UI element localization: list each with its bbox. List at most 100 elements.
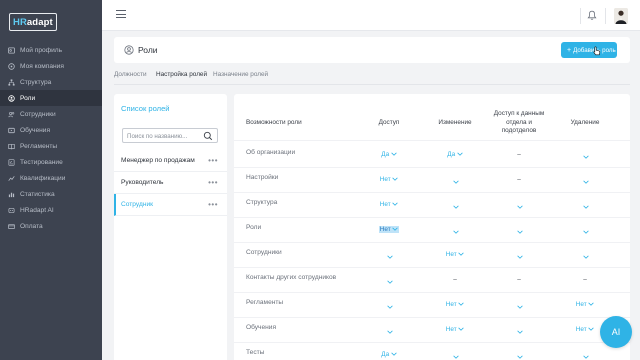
permission-dropdown-empty[interactable]	[570, 202, 600, 212]
permission-dropdown-empty[interactable]	[570, 177, 600, 187]
chevron-down-icon	[455, 151, 463, 158]
permission-dropdown-empty[interactable]	[504, 227, 534, 237]
tab-role-assignment[interactable]: Назначение ролей	[213, 70, 268, 85]
ai-assistant-button[interactable]: AI	[600, 316, 632, 348]
chevron-down-icon	[515, 354, 523, 360]
sidebar-item-company[interactable]: Моя компания	[0, 58, 102, 74]
chevron-down-icon	[451, 354, 459, 360]
divider	[605, 8, 606, 24]
chevron-down-icon	[385, 329, 393, 336]
menu-icon[interactable]	[116, 10, 126, 19]
permission-dropdown-empty[interactable]	[570, 252, 600, 262]
permission-dropdown[interactable]: Да	[374, 349, 404, 359]
permission-value: Нет	[446, 326, 464, 333]
permission-dropdown-empty[interactable]	[504, 202, 534, 212]
roles-icon	[124, 45, 134, 55]
chevron-down-icon	[451, 179, 459, 186]
sidebar-item-label: HRadapt AI	[20, 206, 54, 214]
sidebar-item-label: Сотрудники	[20, 110, 56, 118]
na-value: –	[517, 150, 521, 158]
sidebar-item-roles[interactable]: Роли	[0, 90, 102, 106]
top-bar	[102, 0, 640, 31]
sidebar-item-payment[interactable]: Оплата	[0, 218, 102, 234]
permission-dropdown[interactable]: Нет	[440, 249, 470, 259]
tab-role-settings[interactable]: Настройка ролей	[156, 70, 208, 85]
add-role-button[interactable]: + Добавить роль	[561, 42, 617, 58]
column-header-edit: Изменение	[438, 119, 472, 126]
permission-dropdown[interactable]: Да	[374, 149, 404, 159]
sidebar-item-statistics[interactable]: Статистика	[0, 186, 102, 202]
na-value: –	[583, 275, 587, 283]
permission-dropdown-empty[interactable]	[440, 352, 470, 360]
permission-dropdown-empty[interactable]	[570, 227, 600, 237]
permission-dropdown-empty[interactable]	[504, 352, 534, 360]
avatar[interactable]	[614, 8, 628, 24]
ai-icon	[8, 207, 15, 214]
tab-positions[interactable]: Должности	[114, 70, 147, 85]
permission-value: Нет	[576, 326, 594, 333]
permission-cell-na: –	[504, 274, 534, 284]
permission-dropdown-empty[interactable]	[374, 252, 404, 262]
role-item[interactable]: Менеджер по продажам •••	[114, 150, 227, 172]
permission-value-text: Нет	[445, 300, 457, 308]
divider	[234, 292, 630, 293]
sidebar-item-structure[interactable]: Структура	[0, 74, 102, 90]
permission-dropdown-empty[interactable]	[440, 202, 470, 212]
permission-dropdown-empty[interactable]	[570, 152, 600, 162]
more-icon[interactable]: •••	[208, 156, 218, 165]
permission-dropdown[interactable]: Нет	[374, 199, 404, 209]
permission-dropdown[interactable]: Да	[440, 149, 470, 159]
regulations-icon	[8, 143, 15, 150]
sidebar-item-profile[interactable]: Мой профиль	[0, 42, 102, 58]
plus-icon: +	[567, 46, 572, 54]
permission-dropdown-empty[interactable]	[374, 277, 404, 287]
profile-icon	[8, 46, 15, 54]
search-icon[interactable]	[203, 131, 213, 141]
permission-dropdown[interactable]: Нет	[440, 299, 470, 309]
bell-icon[interactable]	[587, 10, 597, 21]
logo[interactable]: HRadapt	[9, 13, 57, 31]
permission-dropdown-empty[interactable]	[504, 302, 534, 312]
sidebar-item-qualifications[interactable]: Квалификации	[0, 170, 102, 186]
permission-dropdown-empty[interactable]	[504, 327, 534, 337]
permission-row-label: Настройки	[246, 174, 279, 181]
permission-row-label: Сотрудники	[246, 249, 282, 256]
permission-value: Да	[381, 351, 397, 358]
permission-cell-na: –	[504, 149, 534, 159]
more-icon[interactable]: •••	[208, 178, 218, 187]
search-input[interactable]	[127, 131, 203, 141]
permission-dropdown[interactable]: Нет	[570, 299, 600, 309]
sidebar-item-regulations[interactable]: Регламенты	[0, 138, 102, 154]
chevron-down-icon	[587, 326, 595, 333]
permission-value: Нет	[576, 301, 594, 308]
role-item-selected[interactable]: Сотрудник •••	[114, 194, 227, 216]
permission-dropdown-empty[interactable]	[374, 327, 404, 337]
permission-dropdown[interactable]: Нет	[570, 324, 600, 334]
permission-cell-na: –	[440, 274, 470, 284]
chevron-down-icon	[391, 201, 399, 208]
permission-dropdown[interactable]: Нет	[374, 174, 404, 184]
permission-value-text: Нет	[445, 325, 457, 333]
header-line: Доступ к данным	[493, 110, 545, 117]
more-icon[interactable]: •••	[208, 200, 218, 209]
training-icon	[8, 127, 15, 134]
payment-icon	[8, 223, 15, 230]
sidebar-item-employees[interactable]: Сотрудники	[0, 106, 102, 122]
permissions-table: Возможности роли Доступ Изменение Доступ…	[234, 94, 630, 360]
permission-dropdown-empty[interactable]	[440, 227, 470, 237]
permission-dropdown-empty[interactable]	[570, 352, 600, 360]
permission-dropdown-empty[interactable]	[374, 302, 404, 312]
sidebar-item-ai[interactable]: HRadapt AI	[0, 202, 102, 218]
sidebar-item-testing[interactable]: Тестирование	[0, 154, 102, 170]
statistics-icon	[8, 191, 15, 198]
permission-dropdown[interactable]: Нет	[440, 324, 470, 334]
structure-icon	[8, 78, 15, 86]
permission-value-text: Нет	[445, 250, 457, 258]
permission-dropdown[interactable]: Нет	[374, 224, 404, 234]
sidebar-item-training[interactable]: Обучения	[0, 122, 102, 138]
permission-dropdown-empty[interactable]	[440, 177, 470, 187]
role-item[interactable]: Руководитель •••	[114, 172, 227, 194]
chevron-down-icon	[515, 329, 523, 336]
permission-dropdown-empty[interactable]	[504, 252, 534, 262]
divider	[234, 317, 630, 318]
